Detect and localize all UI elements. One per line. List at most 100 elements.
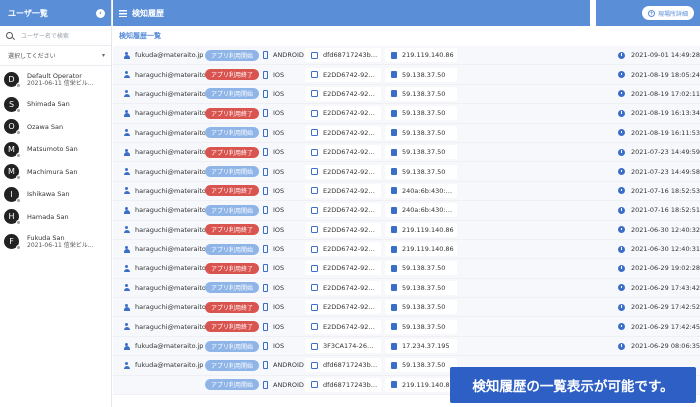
avatar: M <box>4 141 21 158</box>
status-badge: アプリ利用開始 <box>205 49 259 61</box>
table-row[interactable]: haraguchi@materaito.jp アプリ利用開始 IOS E2DD6742… <box>113 123 700 143</box>
avatar: D <box>4 72 21 88</box>
table-row[interactable]: haraguchi@materaito.jp アプリ利用開始 IOS E2DD6742… <box>113 239 700 260</box>
device-id-cell: 3F3CA174-26… <box>305 339 381 354</box>
os-name: IOS <box>273 283 285 292</box>
table-row[interactable]: haraguchi@materaito.jp アプリ利用終了 IOS E2DD6742… <box>113 65 700 85</box>
user-email: haraguchi@materaito.jp <box>135 245 214 254</box>
user-item[interactable]: S Shimada San <box>0 93 111 116</box>
table-row[interactable]: haraguchi@materaito.jp アプリ利用終了 IOS E2DD6742… <box>113 259 700 279</box>
person-icon <box>123 71 130 79</box>
table-row[interactable]: haraguchi@materaito.jp アプリ利用開始 IOS E2DD6742… <box>113 84 700 105</box>
timestamp-cell: 2021-08-19 18:05:24 <box>596 68 700 82</box>
clock-icon <box>618 323 625 331</box>
table-row[interactable]: fukuda@materaito.jp アプリ利用開始 ANDROID dfd6871… <box>113 46 700 66</box>
device-id-cell: dfd68717243b… <box>305 48 381 63</box>
user-select[interactable]: 選択してください ▾ <box>0 46 111 66</box>
user-search[interactable]: ユーザー名で検索 <box>0 26 111 46</box>
timestamp-cell: 2021-06-30 12:40:31 <box>596 242 700 256</box>
network-icon <box>391 381 397 389</box>
network-icon <box>391 51 397 59</box>
location-detail-button[interactable]: + 現場所詳細 <box>641 6 694 20</box>
avatar-initial: M <box>8 167 15 177</box>
status-badge: アプリ利用開始 <box>205 166 259 178</box>
user-email-cell: haraguchi@materaito.jp <box>113 300 214 314</box>
device-id: dfd68717243b… <box>323 361 378 370</box>
avatar: I <box>4 186 21 203</box>
person-icon <box>123 245 130 253</box>
search-icon <box>6 32 13 39</box>
network-icon <box>391 71 397 79</box>
device-id: E2DD6742-92… <box>323 225 375 234</box>
table-row[interactable]: fukuda@materaito.jp アプリ利用開始 IOS 3F3CA174-26… <box>113 336 700 357</box>
os-cell: ANDROID <box>263 48 304 62</box>
user-item[interactable]: D Default Operator 2021-06-11 信栄ビル… <box>0 66 111 93</box>
timestamp: 2021-08-19 16:13:34 <box>631 109 700 118</box>
status-dot-icon <box>16 220 21 226</box>
timestamp-cell: 2021-07-23 14:49:58 <box>596 165 700 179</box>
timestamp: 2021-06-29 17:42:45 <box>631 322 700 331</box>
network-icon <box>391 342 397 350</box>
user-item[interactable]: H Hamada San <box>0 206 111 229</box>
device-id-cell: E2DD6742-92… <box>305 183 381 198</box>
table-row[interactable]: haraguchi@materaito.jp アプリ利用終了 IOS E2DD6742… <box>113 220 700 240</box>
table-row[interactable]: haraguchi@materaito.jp アプリ利用終了 IOS E2DD6742… <box>113 298 700 318</box>
device-icon <box>311 187 318 195</box>
phone-icon <box>263 322 268 331</box>
user-email-cell: haraguchi@materaito.jp <box>113 106 214 120</box>
person-icon <box>123 187 130 195</box>
status-badge: アプリ利用開始 <box>205 204 259 216</box>
user-item[interactable]: M Matsumoto San <box>0 138 111 161</box>
ip-cell: 240a:6b:430:… <box>385 203 457 218</box>
user-email-cell: haraguchi@materaito.jp <box>113 87 214 101</box>
device-id: E2DD6742-92… <box>323 70 375 79</box>
clock-icon <box>618 303 625 311</box>
user-item[interactable]: I Ishikawa San <box>0 183 111 206</box>
table-row[interactable]: haraguchi@materaito.jp アプリ利用開始 IOS E2DD6742… <box>113 162 700 182</box>
os-name: IOS <box>273 186 285 195</box>
network-icon <box>391 226 397 234</box>
timestamp: 2021-07-23 14:49:59 <box>631 148 700 157</box>
user-email: haraguchi@materaito.jp <box>135 303 214 312</box>
device-id: E2DD6742-92… <box>323 109 375 118</box>
timestamp: 2021-06-29 08:06:35 <box>631 342 700 351</box>
status-dot-icon <box>16 130 21 136</box>
right-panel-header: + 現場所詳細 <box>596 0 700 26</box>
table-row[interactable]: haraguchi@materaito.jp アプリ利用終了 IOS E2DD6742… <box>113 104 700 124</box>
user-item[interactable]: F Fukuda San 2021-06-11 信栄ビル… <box>0 228 111 255</box>
user-email-cell: haraguchi@materaito.jp <box>113 68 214 82</box>
collapse-icon[interactable]: ‹ <box>96 8 105 18</box>
network-icon <box>391 90 397 98</box>
user-email: haraguchi@materaito.jp <box>135 167 214 176</box>
status-badge: アプリ利用開始 <box>205 379 259 391</box>
chevron-down-icon: ▾ <box>101 52 105 59</box>
os-cell: IOS <box>263 68 301 82</box>
user-item[interactable]: M Machimura San <box>0 161 111 184</box>
ip-address: 59.138.37.50 <box>402 264 446 273</box>
table-row[interactable]: haraguchi@materaito.jp アプリ利用終了 IOS E2DD6742… <box>113 181 700 202</box>
user-email: haraguchi@materaito.jp <box>135 283 214 292</box>
table-row[interactable]: haraguchi@materaito.jp アプリ利用開始 IOS E2DD6742… <box>113 278 700 299</box>
clock-icon <box>618 342 625 350</box>
timestamp-cell: 2021-07-23 14:49:59 <box>596 145 700 159</box>
person-icon <box>123 284 130 292</box>
table-row[interactable]: haraguchi@materaito.jp アプリ利用開始 IOS E2DD6742… <box>113 201 700 221</box>
ip-cell: 59.138.37.50 <box>385 86 457 101</box>
clock-icon <box>618 245 625 253</box>
timestamp: 2021-06-30 12:40:32 <box>631 225 700 234</box>
user-email-cell <box>113 378 201 392</box>
user-email: haraguchi@materaito.jp <box>135 148 214 157</box>
phone-icon <box>263 245 268 254</box>
device-id-cell: E2DD6742-92… <box>305 300 381 315</box>
table-row[interactable]: haraguchi@materaito.jp アプリ利用終了 IOS E2DD6742… <box>113 317 700 337</box>
timestamp-cell: 2021-06-29 17:42:45 <box>596 320 700 334</box>
user-item[interactable]: O Ozawa San <box>0 116 111 139</box>
clock-icon <box>618 226 625 234</box>
search-input[interactable]: ユーザー名で検索 <box>21 31 69 40</box>
os-cell: ANDROID <box>263 378 304 392</box>
ip-cell: 59.138.37.50 <box>385 106 457 121</box>
table-row[interactable]: haraguchi@materaito.jp アプリ利用終了 IOS E2DD6742… <box>113 142 700 163</box>
network-icon <box>391 303 397 311</box>
os-cell: IOS <box>263 223 301 237</box>
os-cell: IOS <box>263 184 301 198</box>
